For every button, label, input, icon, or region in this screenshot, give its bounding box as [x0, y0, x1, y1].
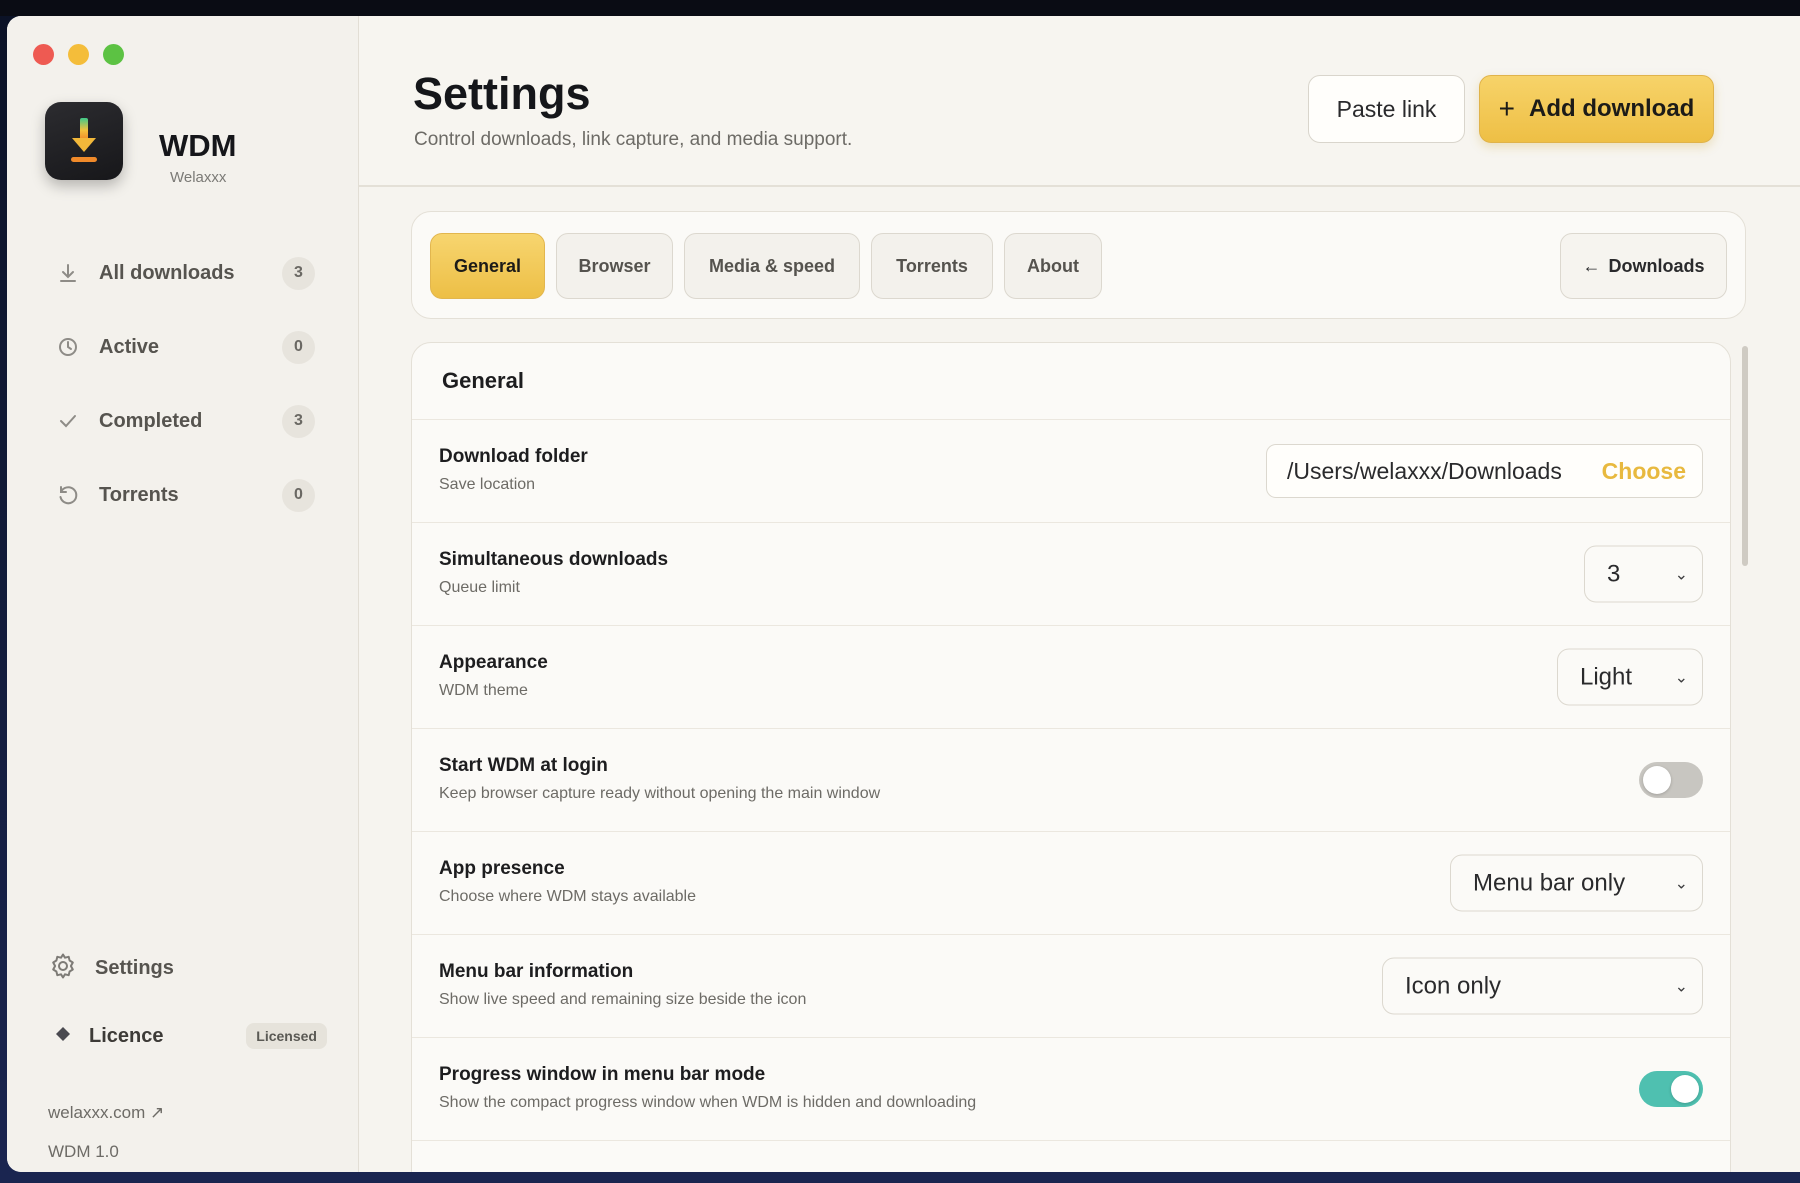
setting-label: Menu bar information	[439, 961, 634, 982]
chevron-down-icon: ⌄	[1674, 978, 1688, 995]
sidebar-nav: All downloads 3 Active 0 Completed 3 Tor…	[37, 236, 333, 532]
setting-description: Show live speed and remaining size besid…	[439, 991, 807, 1008]
count-badge: 3	[282, 256, 315, 290]
panel-scrollbar[interactable]	[1742, 346, 1748, 566]
app-window: WDM Welaxxx All downloads 3 Active 0 Com…	[7, 16, 1800, 1172]
close-window-button[interactable]	[33, 44, 54, 65]
setting-label: App presence	[439, 858, 565, 879]
tab-browser[interactable]: Browser	[556, 233, 673, 299]
chevron-down-icon: ⌄	[1674, 566, 1688, 583]
app-name: WDM	[159, 128, 237, 163]
count-badge: 0	[282, 330, 315, 364]
setting-description: Keep browser capture ready without openi…	[439, 785, 881, 802]
select-value: 3	[1607, 560, 1621, 587]
app-presence-select[interactable]: Menu bar only ⌄	[1450, 854, 1703, 912]
website-link[interactable]: welaxxx.com ↗	[48, 1103, 164, 1123]
setting-row-download-folder: Download folder Save location /Users/wel…	[412, 420, 1730, 523]
sidebar-item-label: All downloads	[99, 261, 235, 284]
select-value: Icon only	[1405, 972, 1502, 999]
tab-general[interactable]: General	[430, 233, 545, 299]
clock-icon	[55, 334, 81, 360]
sidebar-item-label: Licence	[89, 1024, 164, 1047]
refresh-icon	[55, 482, 81, 508]
tab-torrents[interactable]: Torrents	[871, 233, 993, 299]
minimize-window-button[interactable]	[68, 44, 89, 65]
chevron-down-icon: ⌄	[1674, 875, 1688, 892]
arrow-left-icon: ←	[1582, 255, 1601, 276]
settings-tabs: General Browser Media & speed Torrents A…	[411, 211, 1746, 319]
sidebar: WDM Welaxxx All downloads 3 Active 0 Com…	[7, 16, 359, 1172]
setting-row-simultaneous-downloads: Simultaneous downloads Queue limit 3 ⌄	[412, 523, 1730, 626]
check-icon	[55, 408, 81, 434]
appearance-select[interactable]: Light ⌄	[1557, 648, 1703, 706]
diamond-icon	[55, 1026, 71, 1047]
sidebar-item-licence[interactable]: Licence Licensed	[55, 1023, 327, 1049]
sidebar-item-settings[interactable]: Settings	[49, 952, 174, 985]
download-folder-field[interactable]: /Users/welaxxx/Downloads Choose	[1266, 444, 1703, 498]
sidebar-item-torrents[interactable]: Torrents 0	[37, 458, 333, 532]
page-header: Settings Control downloads, link capture…	[359, 16, 1800, 187]
setting-description: WDM theme	[439, 682, 528, 699]
back-to-downloads-button[interactable]: ← Downloads	[1560, 233, 1727, 299]
toggle-knob	[1671, 1075, 1699, 1103]
setting-description: Choose where WDM stays available	[439, 888, 696, 905]
page-subtitle: Control downloads, link capture, and med…	[414, 129, 853, 150]
count-badge: 0	[282, 478, 315, 512]
app-logo-icon	[45, 102, 123, 180]
select-value: Menu bar only	[1473, 869, 1626, 896]
screen-top-bar	[0, 0, 1800, 16]
setting-description: Queue limit	[439, 579, 520, 596]
select-value: Light	[1580, 663, 1633, 690]
progress-window-toggle[interactable]	[1639, 1071, 1703, 1107]
sidebar-item-label: Torrents	[99, 483, 179, 506]
back-label: Downloads	[1608, 255, 1705, 276]
sidebar-item-label: Settings	[95, 957, 174, 979]
version-label: WDM 1.0	[48, 1142, 119, 1161]
setting-row-app-presence: App presence Choose where WDM stays avai…	[412, 832, 1730, 935]
toggle-knob	[1643, 766, 1671, 794]
chevron-down-icon: ⌄	[1674, 669, 1688, 686]
sidebar-item-completed[interactable]: Completed 3	[37, 384, 333, 458]
setting-label: Download folder	[439, 446, 588, 467]
setting-label: Start WDM at login	[439, 755, 608, 776]
choose-folder-button[interactable]: Choose	[1602, 458, 1686, 485]
panel-title: General	[412, 343, 1730, 420]
download-folder-path: /Users/welaxxx/Downloads	[1287, 457, 1562, 484]
setting-description: Save location	[439, 476, 536, 493]
plus-icon: +	[1498, 93, 1516, 124]
zoom-window-button[interactable]	[103, 44, 124, 65]
setting-row-appearance: Appearance WDM theme Light ⌄	[412, 626, 1730, 729]
general-settings-panel: General Download folder Save location /U…	[411, 342, 1731, 1172]
paste-link-button[interactable]: Paste link	[1308, 75, 1465, 143]
page-title: Settings	[413, 68, 591, 119]
sidebar-item-label: Completed	[99, 409, 203, 432]
menu-bar-information-select[interactable]: Icon only ⌄	[1382, 957, 1703, 1015]
licence-status-badge: Licensed	[246, 1023, 327, 1049]
add-download-label: Add download	[1529, 95, 1695, 122]
setting-label: Appearance	[439, 652, 548, 673]
simultaneous-downloads-select[interactable]: 3 ⌄	[1584, 545, 1703, 603]
gear-icon	[49, 952, 77, 985]
setting-description: Show the compact progress window when WD…	[439, 1094, 977, 1111]
start-at-login-toggle[interactable]	[1639, 762, 1703, 798]
setting-row-start-at-login: Start WDM at login Keep browser capture …	[412, 729, 1730, 832]
tab-media-speed[interactable]: Media & speed	[684, 233, 860, 299]
setting-label: Simultaneous downloads	[439, 549, 669, 570]
count-badge: 3	[282, 404, 315, 438]
setting-label: Progress window in menu bar mode	[439, 1064, 766, 1085]
download-icon	[55, 260, 81, 286]
setting-row-menu-bar-information: Menu bar information Show live speed and…	[412, 935, 1730, 1038]
main-content: Settings Control downloads, link capture…	[359, 16, 1800, 1172]
add-download-button[interactable]: + Add download	[1479, 75, 1714, 143]
setting-row-progress-window: Progress window in menu bar mode Show th…	[412, 1038, 1730, 1141]
sidebar-item-label: Active	[99, 335, 160, 358]
tab-about[interactable]: About	[1004, 233, 1102, 299]
sidebar-item-all-downloads[interactable]: All downloads 3	[37, 236, 333, 310]
app-subtitle: Welaxxx	[170, 169, 227, 186]
window-controls	[33, 44, 124, 65]
sidebar-item-active[interactable]: Active 0	[37, 310, 333, 384]
